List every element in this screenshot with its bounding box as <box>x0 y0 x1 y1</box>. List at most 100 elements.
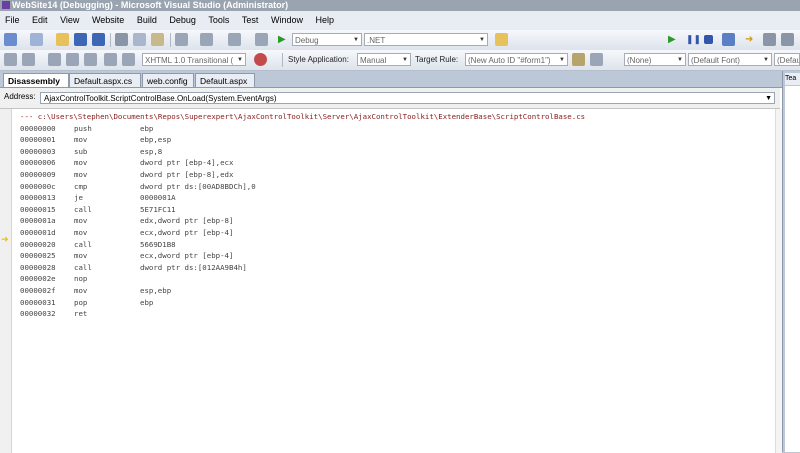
cut-icon[interactable] <box>115 33 128 46</box>
stop-debugging-icon[interactable] <box>704 35 713 44</box>
instruction-opcode: mov <box>74 169 88 179</box>
apply-style-icon[interactable] <box>572 53 585 66</box>
html-source-toolbar: XHTML 1.0 Transitional (▼ Style Applicat… <box>0 50 800 71</box>
visual-studio-icon <box>2 1 10 9</box>
copy-icon[interactable] <box>133 33 146 46</box>
instruction-operands: 0000001A <box>140 193 176 203</box>
font-size-dropdown[interactable]: (Defau <box>774 53 800 66</box>
instruction-address: 00000003 <box>20 146 56 156</box>
standard-toolbar: ▶ Debug ▼ .NET ▼ ▶ ❚❚ ➜ <box>0 30 800 51</box>
menu-edit[interactable]: Edit <box>27 11 53 30</box>
solution-configuration-dropdown[interactable]: Debug ▼ <box>292 33 362 46</box>
disassembly-line[interactable]: 00000000 push ebp <box>20 123 585 135</box>
tab-default-aspx-cs[interactable]: Default.aspx.cs <box>69 73 141 87</box>
tab-disassembly[interactable]: Disassembly <box>3 73 69 87</box>
open-file-icon[interactable] <box>56 33 69 46</box>
instruction-address: 00000020 <box>20 239 56 249</box>
format-icon[interactable] <box>4 53 17 66</box>
disassembly-line[interactable]: 0000001d mov ecx,dword ptr [ebp-4] <box>20 227 585 239</box>
instruction-address: 0000001a <box>20 216 56 226</box>
address-label: Address: <box>4 92 36 101</box>
navigate-forward-icon[interactable] <box>255 33 268 46</box>
disassembly-line[interactable]: 0000002e nop <box>20 273 585 285</box>
instruction-opcode: call <box>74 262 92 272</box>
instruction-opcode: push <box>74 123 92 133</box>
menu-view[interactable]: View <box>55 11 84 30</box>
paste-icon[interactable] <box>151 33 164 46</box>
menu-bar: File Edit View Website Build Debug Tools… <box>0 11 800 30</box>
instruction-opcode: mov <box>74 251 88 261</box>
align-icon[interactable] <box>104 53 117 66</box>
menu-test[interactable]: Test <box>237 11 264 30</box>
font-name-dropdown[interactable]: (Default Font) ▼ <box>688 53 772 66</box>
indent-icon[interactable] <box>22 53 35 66</box>
instruction-opcode: mov <box>74 227 88 237</box>
disassembly-line[interactable]: 00000015 call 5E71FC11 <box>20 204 585 216</box>
break-all-icon[interactable]: ❚❚ <box>686 33 701 46</box>
menu-window[interactable]: Window <box>266 11 308 30</box>
redo-icon[interactable] <box>200 33 213 46</box>
disassembly-line[interactable]: 00000013 je 0000001A <box>20 192 585 204</box>
disassembly-line[interactable]: 00000009 mov dword ptr [ebp-8],edx <box>20 169 585 181</box>
navigate-backward-icon[interactable] <box>228 33 241 46</box>
start-debugging-icon[interactable]: ▶ <box>278 33 291 46</box>
new-project-icon[interactable] <box>4 33 17 46</box>
menu-file[interactable]: File <box>0 11 25 30</box>
menu-debug[interactable]: Debug <box>164 11 201 30</box>
disassembly-code[interactable]: --- c:\Users\Stephen\Documents\Repos\Sup… <box>20 111 585 320</box>
undo-icon[interactable] <box>175 33 188 46</box>
instruction-operands: dword ptr [ebp-8],edx <box>140 169 234 179</box>
team-explorer-tab[interactable]: Tea <box>785 73 800 85</box>
indent-right-icon[interactable] <box>84 53 97 66</box>
disassembly-line[interactable]: 00000025 mov ecx,dword ptr [ebp-4] <box>20 250 585 262</box>
step-over-icon[interactable] <box>781 33 794 46</box>
save-all-icon[interactable] <box>92 33 105 46</box>
vertical-scrollbar[interactable] <box>775 109 782 453</box>
validate-icon[interactable] <box>254 53 267 66</box>
comment-icon[interactable] <box>48 53 61 66</box>
restart-icon[interactable] <box>722 33 735 46</box>
doctype-dropdown[interactable]: XHTML 1.0 Transitional (▼ <box>142 53 246 66</box>
disassembly-line[interactable]: 00000003 sub esp,8 <box>20 146 585 158</box>
new-style-icon[interactable] <box>590 53 603 66</box>
tab-web-config[interactable]: web.config <box>142 73 194 87</box>
menu-tools[interactable]: Tools <box>203 11 234 30</box>
add-item-icon[interactable] <box>30 33 43 46</box>
instruction-operands: ebp,esp <box>140 135 172 145</box>
align-right-icon[interactable] <box>122 53 135 66</box>
style-dropdown[interactable]: (None) ▼ <box>624 53 686 66</box>
style-application-dropdown[interactable]: Manual ▼ <box>357 53 411 66</box>
disassembly-line[interactable]: 0000001a mov edx,dword ptr [ebp-8] <box>20 215 585 227</box>
disassembly-line[interactable]: 00000032 ret <box>20 308 585 320</box>
step-into-icon[interactable] <box>763 33 776 46</box>
address-dropdown[interactable]: AjaxControlToolkit.ScriptControlBase.OnL… <box>40 92 775 104</box>
menu-website[interactable]: Website <box>87 11 129 30</box>
save-icon[interactable] <box>74 33 87 46</box>
disassembly-line[interactable]: 0000002f mov esp,ebp <box>20 285 585 297</box>
disassembly-line[interactable]: 00000001 mov ebp,esp <box>20 134 585 146</box>
disassembly-line[interactable]: 00000020 call 5669D1B8 <box>20 239 585 251</box>
continue-icon[interactable]: ▶ <box>668 33 681 46</box>
instruction-opcode: sub <box>74 146 88 156</box>
window-title: WebSite14 (Debugging) - Microsoft Visual… <box>12 0 289 10</box>
instruction-address: 00000006 <box>20 158 56 168</box>
disassembly-line[interactable]: 00000006 mov dword ptr [ebp-4],ecx <box>20 157 585 169</box>
menu-help[interactable]: Help <box>310 11 339 30</box>
instruction-operands: dword ptr ds:[00AD8BDCh],0 <box>140 181 256 191</box>
solution-platform-dropdown[interactable]: .NET ▼ <box>364 33 488 46</box>
show-next-statement-icon[interactable]: ➜ <box>745 33 758 46</box>
outdent-icon[interactable] <box>66 53 79 66</box>
disassembly-line[interactable]: 0000000c cmp dword ptr ds:[00AD8BDCh],0 <box>20 181 585 193</box>
team-explorer-panel: Tea <box>782 71 800 452</box>
tab-default-aspx[interactable]: Default.aspx <box>195 73 255 87</box>
instruction-address: 00000025 <box>20 251 56 261</box>
indicator-margin[interactable]: ➜ <box>0 109 12 453</box>
target-rule-dropdown[interactable]: (New Auto ID "#form1") ▼ <box>465 53 568 66</box>
instruction-address: 00000028 <box>20 262 56 272</box>
disassembly-line[interactable]: 00000031 pop ebp <box>20 297 585 309</box>
instruction-address: 0000000c <box>20 181 56 191</box>
menu-build[interactable]: Build <box>132 11 162 30</box>
disassembly-line[interactable]: 00000028 call dword ptr ds:[012AA9B4h] <box>20 262 585 274</box>
current-instruction-arrow-icon: ➜ <box>1 234 9 244</box>
find-in-files-icon[interactable] <box>495 33 508 46</box>
